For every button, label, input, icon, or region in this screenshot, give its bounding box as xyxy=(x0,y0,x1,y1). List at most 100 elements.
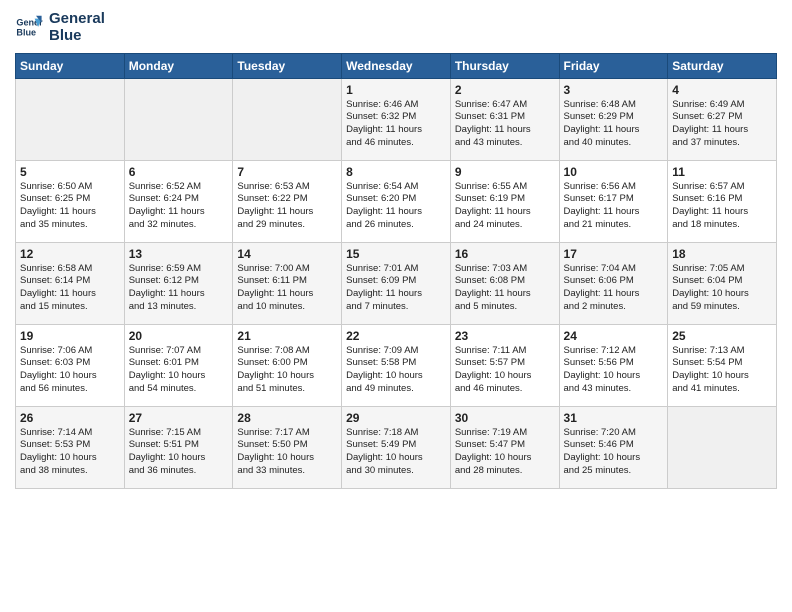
day-number: 27 xyxy=(129,411,229,425)
calendar-cell: 28 Sunrise: 7:17 AM Sunset: 5:50 PM Dayli… xyxy=(233,406,342,488)
calendar-cell: 12Sunrise: 6:58 AM Sunset: 6:14 PM Dayli… xyxy=(16,242,125,324)
day-number: 10 xyxy=(564,165,664,179)
calendar-cell xyxy=(124,78,233,160)
calendar-cell: 5 Sunrise: 6:50 AM Sunset: 6:25 PM Daylig… xyxy=(16,160,125,242)
cell-info: Sunrise: 6:46 AM Sunset: 6:32 PM Dayligh… xyxy=(346,99,446,150)
day-number: 6 xyxy=(129,165,229,179)
calendar-cell: 18 Sunrise: 7:05 AM Sunset: 6:04 PM Dayli… xyxy=(668,242,777,324)
weekday-header-tuesday: Tuesday xyxy=(233,53,342,78)
cell-info: Sunrise: 6:56 AM Sunset: 6:17 PM Dayligh… xyxy=(564,181,664,232)
cell-info: Sunrise: 7:06 AM Sunset: 6:03 PM Dayligh… xyxy=(20,345,120,396)
day-number: 11 xyxy=(672,165,772,179)
calendar-cell: 30 Sunrise: 7:19 AM Sunset: 5:47 PM Dayli… xyxy=(450,406,559,488)
cell-info: Sunrise: 6:59 AM Sunset: 6:12 PM Dayligh… xyxy=(129,263,229,314)
calendar-cell: 22Sunrise: 7:09 AM Sunset: 5:58 PM Dayli… xyxy=(342,324,451,406)
weekday-header-row: SundayMondayTuesdayWednesdayThursdayFrid… xyxy=(16,53,777,78)
calendar-cell: 4Sunrise: 6:49 AM Sunset: 6:27 PM Daylig… xyxy=(668,78,777,160)
day-number: 16 xyxy=(455,247,555,261)
calendar-week-2: 5 Sunrise: 6:50 AM Sunset: 6:25 PM Daylig… xyxy=(16,160,777,242)
weekday-header-monday: Monday xyxy=(124,53,233,78)
calendar-cell xyxy=(233,78,342,160)
day-number: 26 xyxy=(20,411,120,425)
day-number: 2 xyxy=(455,83,555,97)
cell-info: Sunrise: 7:14 AM Sunset: 5:53 PM Dayligh… xyxy=(20,427,120,478)
calendar-cell: 14 Sunrise: 7:00 AM Sunset: 6:11 PM Dayli… xyxy=(233,242,342,324)
day-number: 8 xyxy=(346,165,446,179)
logo: General Blue General Blue xyxy=(15,10,105,45)
cell-info: Sunrise: 7:07 AM Sunset: 6:01 PM Dayligh… xyxy=(129,345,229,396)
cell-info: Sunrise: 7:09 AM Sunset: 5:58 PM Dayligh… xyxy=(346,345,446,396)
cell-info: Sunrise: 7:08 AM Sunset: 6:00 PM Dayligh… xyxy=(237,345,337,396)
day-number: 14 xyxy=(237,247,337,261)
cell-info: Sunrise: 6:53 AM Sunset: 6:22 PM Dayligh… xyxy=(237,181,337,232)
cell-info: Sunrise: 7:13 AM Sunset: 5:54 PM Dayligh… xyxy=(672,345,772,396)
day-number: 30 xyxy=(455,411,555,425)
calendar-cell: 15Sunrise: 7:01 AM Sunset: 6:09 PM Dayli… xyxy=(342,242,451,324)
calendar-cell: 1 Sunrise: 6:46 AM Sunset: 6:32 PM Daylig… xyxy=(342,78,451,160)
cell-info: Sunrise: 6:57 AM Sunset: 6:16 PM Dayligh… xyxy=(672,181,772,232)
weekday-header-sunday: Sunday xyxy=(16,53,125,78)
cell-info: Sunrise: 6:58 AM Sunset: 6:14 PM Dayligh… xyxy=(20,263,120,314)
day-number: 3 xyxy=(564,83,664,97)
cell-info: Sunrise: 7:03 AM Sunset: 6:08 PM Dayligh… xyxy=(455,263,555,314)
day-number: 13 xyxy=(129,247,229,261)
day-number: 7 xyxy=(237,165,337,179)
day-number: 20 xyxy=(129,329,229,343)
calendar-week-3: 12Sunrise: 6:58 AM Sunset: 6:14 PM Dayli… xyxy=(16,242,777,324)
cell-info: Sunrise: 7:05 AM Sunset: 6:04 PM Dayligh… xyxy=(672,263,772,314)
calendar-cell: 3Sunrise: 6:48 AM Sunset: 6:29 PM Daylig… xyxy=(559,78,668,160)
page: General Blue General Blue SundayMondayTu… xyxy=(0,0,792,612)
calendar-cell: 13 Sunrise: 6:59 AM Sunset: 6:12 PM Dayli… xyxy=(124,242,233,324)
cell-info: Sunrise: 6:50 AM Sunset: 6:25 PM Dayligh… xyxy=(20,181,120,232)
cell-info: Sunrise: 7:18 AM Sunset: 5:49 PM Dayligh… xyxy=(346,427,446,478)
weekday-header-friday: Friday xyxy=(559,53,668,78)
calendar-table: SundayMondayTuesdayWednesdayThursdayFrid… xyxy=(15,53,777,489)
day-number: 1 xyxy=(346,83,446,97)
calendar-cell: 20 Sunrise: 7:07 AM Sunset: 6:01 PM Dayli… xyxy=(124,324,233,406)
cell-info: Sunrise: 6:55 AM Sunset: 6:19 PM Dayligh… xyxy=(455,181,555,232)
cell-info: Sunrise: 6:52 AM Sunset: 6:24 PM Dayligh… xyxy=(129,181,229,232)
calendar-cell: 10 Sunrise: 6:56 AM Sunset: 6:17 PM Dayli… xyxy=(559,160,668,242)
calendar-week-4: 19Sunrise: 7:06 AM Sunset: 6:03 PM Dayli… xyxy=(16,324,777,406)
calendar-cell xyxy=(668,406,777,488)
calendar-cell: 8 Sunrise: 6:54 AM Sunset: 6:20 PM Daylig… xyxy=(342,160,451,242)
calendar-week-5: 26 Sunrise: 7:14 AM Sunset: 5:53 PM Dayli… xyxy=(16,406,777,488)
day-number: 28 xyxy=(237,411,337,425)
calendar-cell: 19Sunrise: 7:06 AM Sunset: 6:03 PM Dayli… xyxy=(16,324,125,406)
calendar-cell: 21Sunrise: 7:08 AM Sunset: 6:00 PM Dayli… xyxy=(233,324,342,406)
cell-info: Sunrise: 7:11 AM Sunset: 5:57 PM Dayligh… xyxy=(455,345,555,396)
calendar-cell: 25 Sunrise: 7:13 AM Sunset: 5:54 PM Dayli… xyxy=(668,324,777,406)
cell-info: Sunrise: 7:19 AM Sunset: 5:47 PM Dayligh… xyxy=(455,427,555,478)
day-number: 17 xyxy=(564,247,664,261)
day-number: 31 xyxy=(564,411,664,425)
calendar-cell: 7 Sunrise: 6:53 AM Sunset: 6:22 PM Daylig… xyxy=(233,160,342,242)
weekday-header-saturday: Saturday xyxy=(668,53,777,78)
calendar-cell: 9 Sunrise: 6:55 AM Sunset: 6:19 PM Daylig… xyxy=(450,160,559,242)
logo-text: General Blue xyxy=(49,10,105,45)
weekday-header-thursday: Thursday xyxy=(450,53,559,78)
day-number: 24 xyxy=(564,329,664,343)
cell-info: Sunrise: 6:54 AM Sunset: 6:20 PM Dayligh… xyxy=(346,181,446,232)
calendar-cell xyxy=(16,78,125,160)
calendar-cell: 16 Sunrise: 7:03 AM Sunset: 6:08 PM Dayli… xyxy=(450,242,559,324)
calendar-cell: 26 Sunrise: 7:14 AM Sunset: 5:53 PM Dayli… xyxy=(16,406,125,488)
day-number: 23 xyxy=(455,329,555,343)
cell-info: Sunrise: 6:49 AM Sunset: 6:27 PM Dayligh… xyxy=(672,99,772,150)
cell-info: Sunrise: 7:12 AM Sunset: 5:56 PM Dayligh… xyxy=(564,345,664,396)
calendar-cell: 11 Sunrise: 6:57 AM Sunset: 6:16 PM Dayli… xyxy=(668,160,777,242)
calendar-week-1: 1 Sunrise: 6:46 AM Sunset: 6:32 PM Daylig… xyxy=(16,78,777,160)
cell-info: Sunrise: 7:20 AM Sunset: 5:46 PM Dayligh… xyxy=(564,427,664,478)
svg-text:Blue: Blue xyxy=(16,28,36,38)
day-number: 25 xyxy=(672,329,772,343)
weekday-header-wednesday: Wednesday xyxy=(342,53,451,78)
cell-info: Sunrise: 6:47 AM Sunset: 6:31 PM Dayligh… xyxy=(455,99,555,150)
calendar-cell: 17 Sunrise: 7:04 AM Sunset: 6:06 PM Dayli… xyxy=(559,242,668,324)
day-number: 15 xyxy=(346,247,446,261)
cell-info: Sunrise: 7:17 AM Sunset: 5:50 PM Dayligh… xyxy=(237,427,337,478)
cell-info: Sunrise: 7:04 AM Sunset: 6:06 PM Dayligh… xyxy=(564,263,664,314)
day-number: 9 xyxy=(455,165,555,179)
day-number: 18 xyxy=(672,247,772,261)
day-number: 5 xyxy=(20,165,120,179)
cell-info: Sunrise: 7:00 AM Sunset: 6:11 PM Dayligh… xyxy=(237,263,337,314)
calendar-cell: 24 Sunrise: 7:12 AM Sunset: 5:56 PM Dayli… xyxy=(559,324,668,406)
